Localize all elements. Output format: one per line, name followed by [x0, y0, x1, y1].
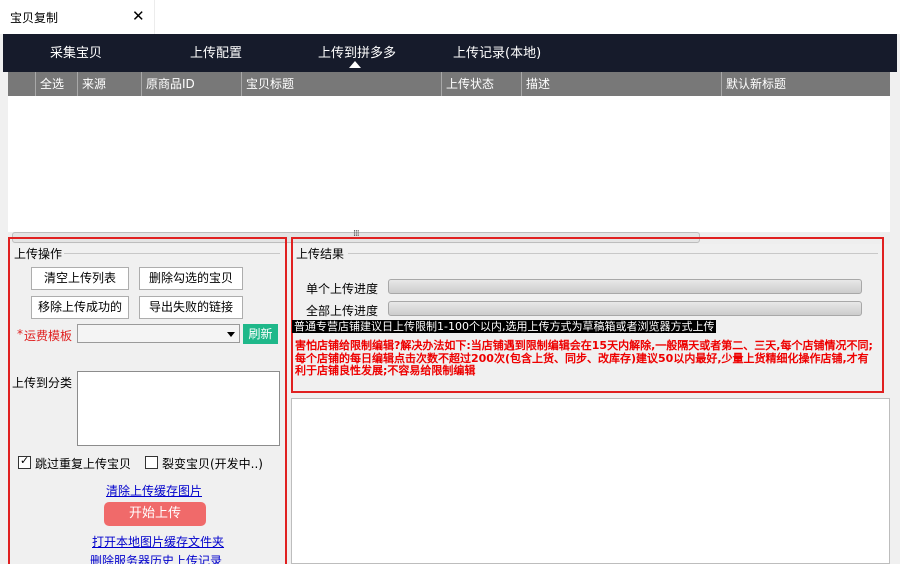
row-indicator-column	[8, 72, 35, 96]
column-item-title[interactable]: 宝贝标题	[241, 72, 441, 96]
all-progress-label: 全部上传进度	[306, 304, 379, 318]
clear-list-button[interactable]: 清空上传列表	[31, 267, 129, 290]
column-default-new-title[interactable]: 默认新标题	[721, 72, 890, 96]
delete-checked-button[interactable]: 删除勾选的宝贝	[139, 267, 243, 290]
required-mark: *	[17, 327, 23, 341]
clear-cache-link[interactable]: 清除上传缓存图片	[106, 482, 202, 499]
close-icon[interactable]: ✕	[132, 7, 145, 25]
active-indicator-icon	[349, 61, 361, 68]
category-label: 上传到分类	[12, 376, 73, 390]
grid-header: 全选 来源 原商品ID 宝贝标题 上传状态 描述 默认新标题	[8, 72, 890, 96]
group-divider	[348, 253, 878, 254]
column-upload-status[interactable]: 上传状态	[441, 72, 521, 96]
items-grid[interactable]: 全选 来源 原商品ID 宝贝标题 上传状态 描述 默认新标题	[8, 72, 890, 232]
column-description[interactable]: 描述	[521, 72, 721, 96]
category-input[interactable]	[77, 371, 280, 446]
start-upload-button[interactable]: 开始上传	[104, 502, 206, 526]
tab-copy-items[interactable]: 宝贝复制 ✕	[0, 0, 155, 34]
freight-template-label: 运费模板	[24, 329, 73, 343]
all-progress-bar	[388, 301, 862, 316]
group-divider	[64, 253, 280, 254]
column-select-all[interactable]: 全选	[35, 72, 77, 96]
nav-item-collect[interactable]: 采集宝贝	[50, 42, 102, 61]
skip-duplicate-checkbox[interactable]	[18, 454, 31, 469]
tab-label: 宝贝复制	[10, 11, 59, 25]
delete-server-records-link[interactable]: 删除服务器历史上传记录	[90, 552, 222, 564]
remove-success-button[interactable]: 移除上传成功的	[31, 296, 129, 319]
refresh-button[interactable]: 刷新	[243, 324, 278, 344]
upload-limit-notice: 普通专营店铺建议日上传限制1-100个以内,选用上传方式为草稿箱或者浏览器方式上…	[292, 320, 717, 333]
fission-label[interactable]: 裂变宝贝(开发中..)	[162, 455, 263, 472]
upload-log-area[interactable]	[291, 398, 890, 564]
nav-item-upload-pdd[interactable]: 上传到拼多多	[318, 42, 396, 61]
single-progress-bar	[388, 279, 862, 294]
column-source[interactable]: 来源	[77, 72, 141, 96]
upload-ops-title: 上传操作	[14, 247, 63, 261]
nav-item-upload-config[interactable]: 上传配置	[190, 42, 242, 61]
tab-strip: 宝贝复制 ✕	[0, 0, 900, 34]
single-progress-label: 单个上传进度	[306, 282, 379, 296]
fission-checkbox[interactable]	[145, 456, 158, 469]
column-original-id[interactable]: 原商品ID	[141, 72, 241, 96]
upload-result-title: 上传结果	[296, 247, 345, 261]
edit-restriction-notice: 害怕店铺给限制编辑?解决办法如下:当店铺遇到限制编辑会在15天内解除,一般隔天或…	[295, 339, 873, 377]
export-failed-button[interactable]: 导出失败的链接	[139, 296, 243, 319]
skip-duplicate-label[interactable]: 跳过重复上传宝贝	[35, 455, 131, 472]
main-nav: 采集宝贝 上传配置 上传到拼多多 上传记录(本地)	[3, 34, 897, 72]
open-cache-folder-link[interactable]: 打开本地图片缓存文件夹	[92, 533, 224, 550]
chevron-down-icon	[227, 332, 235, 337]
freight-template-select[interactable]	[77, 324, 240, 343]
nav-item-upload-records[interactable]: 上传记录(本地)	[453, 42, 541, 61]
